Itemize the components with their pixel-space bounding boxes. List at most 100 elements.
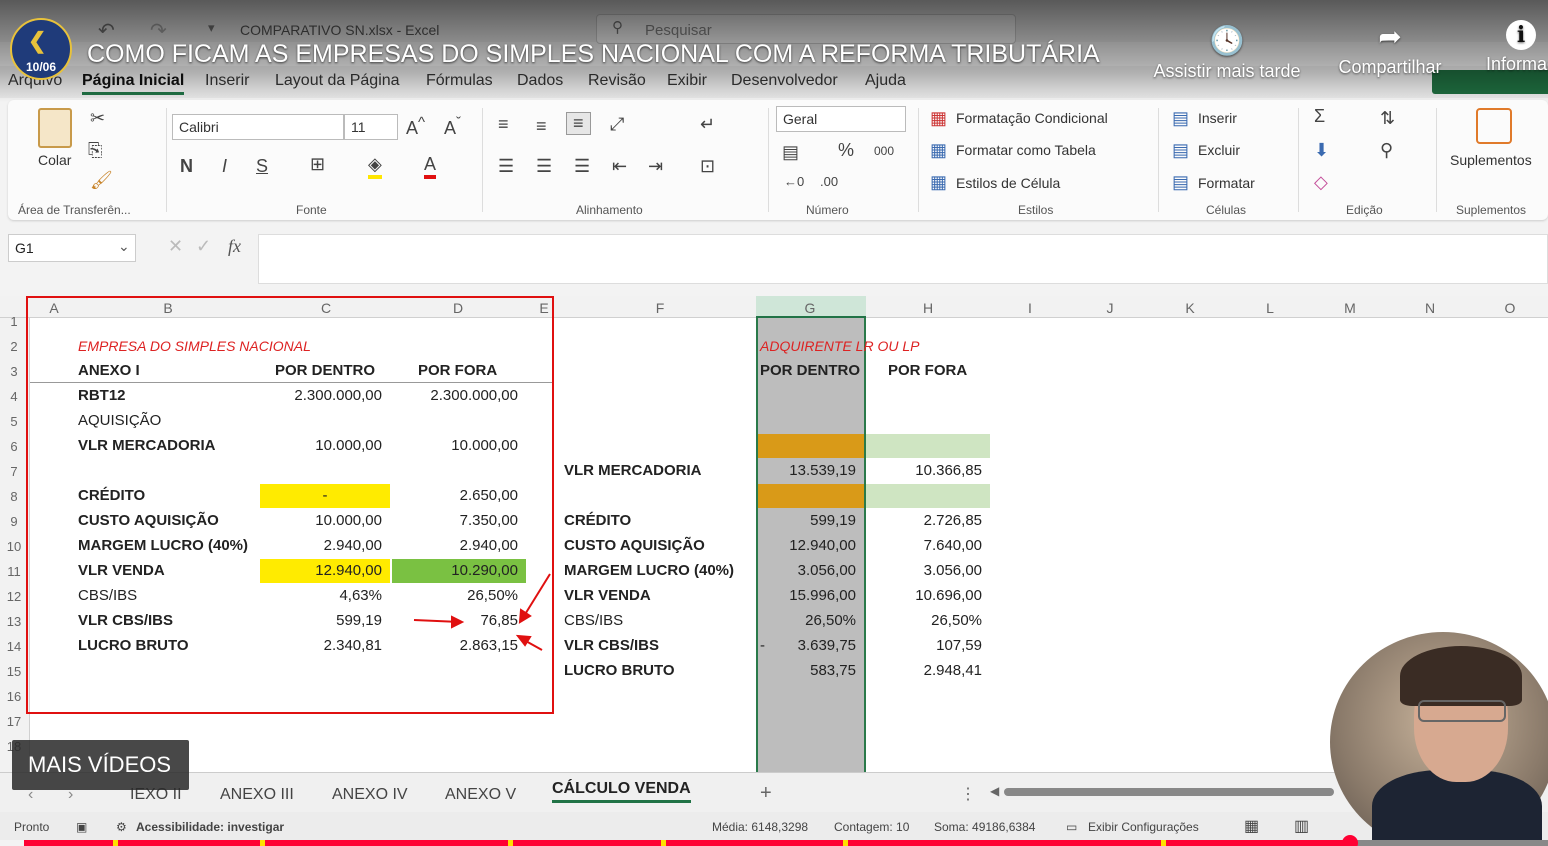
row-header[interactable]: 17 — [0, 714, 28, 729]
tab-revisao[interactable]: Revisão — [588, 72, 646, 90]
wrap-text-icon[interactable]: ↵ — [700, 114, 715, 135]
merge-center-icon[interactable]: ⊡ — [700, 156, 715, 177]
align-top-icon[interactable]: ≡ — [498, 114, 509, 135]
autosum-icon[interactable]: Σ — [1314, 106, 1325, 127]
more-videos-button[interactable]: MAIS VÍDEOS — [12, 740, 189, 790]
tab-ajuda[interactable]: Ajuda — [865, 72, 906, 90]
addins-button[interactable]: Suplementos — [1450, 152, 1532, 168]
cell-por-dentro[interactable]: 583,75 — [758, 660, 856, 682]
cell-por-dentro[interactable]: 13.539,19 — [758, 460, 856, 482]
video-progress-played[interactable] — [24, 840, 1350, 846]
row-header[interactable]: 14 — [0, 639, 28, 654]
column-header[interactable]: L — [1255, 300, 1285, 316]
row-header[interactable]: 3 — [0, 364, 28, 379]
cell-por-dentro[interactable]: 3.639,75 — [758, 635, 856, 657]
more-options-icon[interactable]: ⋮ — [960, 784, 976, 804]
display-settings-icon[interactable]: ▭ — [1066, 820, 1077, 834]
accessibility-status[interactable]: Acessibilidade: investigar — [136, 820, 284, 834]
column-header[interactable]: J — [1095, 300, 1125, 316]
column-header[interactable]: K — [1175, 300, 1205, 316]
cell-por-fora[interactable]: 10.366,85 — [866, 460, 982, 482]
format-cells-button[interactable]: Formatar — [1198, 175, 1255, 191]
insert-function-icon[interactable]: fx — [228, 236, 241, 257]
cell-por-fora[interactable]: 26,50% — [866, 610, 982, 632]
name-box[interactable]: G1 — [8, 234, 136, 262]
enter-icon[interactable]: ✓ — [196, 236, 211, 257]
tab-exibir[interactable]: Exibir — [667, 72, 707, 90]
channel-avatar[interactable]: ❮ 10/06 — [10, 18, 72, 80]
customize-qat-icon[interactable]: ▾ — [208, 20, 215, 36]
fill-color-icon[interactable]: ◈ — [368, 154, 382, 179]
watch-later-button[interactable]: 🕓 Assistir mais tarde — [1140, 24, 1314, 82]
decrease-indent-icon[interactable]: ⇤ — [612, 156, 627, 177]
sheet-tab[interactable]: ANEXO III — [220, 786, 294, 804]
row-header[interactable]: 16 — [0, 689, 28, 704]
conditional-format-button[interactable]: Formatação Condicional — [956, 110, 1108, 126]
sheet-tab[interactable]: ANEXO V — [445, 786, 516, 804]
tab-dados[interactable]: Dados — [517, 72, 563, 90]
row-header[interactable]: 15 — [0, 664, 28, 679]
cell-por-dentro[interactable]: 599,19 — [758, 510, 856, 532]
find-select-icon[interactable]: ⚲ — [1380, 140, 1393, 161]
clear-icon[interactable]: ◇ — [1314, 172, 1328, 193]
column-header[interactable]: H — [913, 300, 943, 316]
tab-formulas[interactable]: Fórmulas — [426, 72, 493, 90]
underline-button[interactable]: S — [256, 156, 268, 177]
row-header[interactable]: 13 — [0, 614, 28, 629]
sheet-tab[interactable]: ANEXO IV — [332, 786, 408, 804]
currency-icon[interactable]: ▤ — [782, 142, 799, 163]
align-left-icon[interactable]: ☰ — [498, 156, 514, 177]
row-header[interactable]: 1 — [0, 314, 28, 329]
bold-button[interactable]: N — [180, 156, 193, 177]
grow-font-icon[interactable]: A^ — [406, 114, 425, 139]
formula-input[interactable] — [258, 234, 1548, 284]
percent-icon[interactable]: % — [838, 140, 854, 161]
column-header[interactable]: F — [645, 300, 675, 316]
add-sheet-icon[interactable]: + — [760, 782, 772, 805]
video-playhead[interactable] — [1342, 835, 1358, 846]
cell-por-fora[interactable]: 7.640,00 — [866, 535, 982, 557]
tab-layout[interactable]: Layout da Página — [275, 72, 400, 90]
column-header[interactable]: O — [1495, 300, 1525, 316]
italic-button[interactable]: I — [222, 156, 227, 177]
copy-icon[interactable]: ⎘ — [88, 140, 102, 161]
column-header[interactable]: I — [1015, 300, 1045, 316]
format-as-table-button[interactable]: Formatar como Tabela — [956, 142, 1096, 158]
row-header[interactable]: 6 — [0, 439, 28, 454]
row-header[interactable]: 7 — [0, 464, 28, 479]
orientation-icon[interactable]: ⤢ — [610, 114, 624, 135]
row-header[interactable]: 8 — [0, 489, 28, 504]
borders-icon[interactable]: ⊞ — [310, 154, 325, 175]
align-middle-icon[interactable]: ≡ — [536, 116, 547, 137]
font-name-select[interactable]: Calibri — [172, 114, 344, 140]
row-header[interactable]: 9 — [0, 514, 28, 529]
font-color-icon[interactable]: A — [424, 154, 437, 179]
shrink-font-icon[interactable]: Aˇ — [444, 114, 461, 139]
cell-por-dentro[interactable]: 15.996,00 — [758, 585, 856, 607]
row-header[interactable]: 10 — [0, 539, 28, 554]
scroll-left-icon[interactable]: ◀ — [990, 784, 999, 798]
row-header[interactable]: 11 — [0, 564, 28, 579]
tab-inserir[interactable]: Inserir — [205, 72, 249, 90]
paste-icon[interactable] — [38, 108, 72, 148]
align-right-icon[interactable]: ☰ — [574, 156, 590, 177]
accessibility-icon[interactable]: ⚙ — [116, 820, 127, 834]
cell-por-fora[interactable]: 10.696,00 — [866, 585, 982, 607]
paste-button[interactable]: Colar — [38, 152, 71, 168]
decrease-decimal-icon[interactable]: .00 — [820, 174, 838, 189]
tab-pagina-inicial[interactable]: Página Inicial — [82, 72, 185, 95]
display-settings[interactable]: Exibir Configurações — [1088, 820, 1199, 834]
fill-icon[interactable]: ⬇ — [1314, 140, 1329, 161]
horizontal-scrollbar[interactable] — [1004, 788, 1334, 796]
cell-por-fora[interactable]: 3.056,00 — [866, 560, 982, 582]
column-header[interactable]: M — [1335, 300, 1365, 316]
cell-por-dentro[interactable]: 3.056,00 — [758, 560, 856, 582]
page-layout-icon[interactable]: ▥ — [1294, 816, 1309, 836]
cancel-icon[interactable]: ✕ — [168, 236, 183, 257]
chevron-down-icon[interactable]: ⌄ — [118, 238, 130, 255]
sheet-tab-active[interactable]: CÁLCULO VENDA — [552, 780, 691, 803]
video-progress-remaining[interactable] — [1350, 840, 1548, 846]
format-painter-icon[interactable]: 🖌 — [90, 170, 113, 191]
insert-cells-button[interactable]: Inserir — [1198, 110, 1237, 126]
row-header[interactable]: 2 — [0, 339, 28, 354]
